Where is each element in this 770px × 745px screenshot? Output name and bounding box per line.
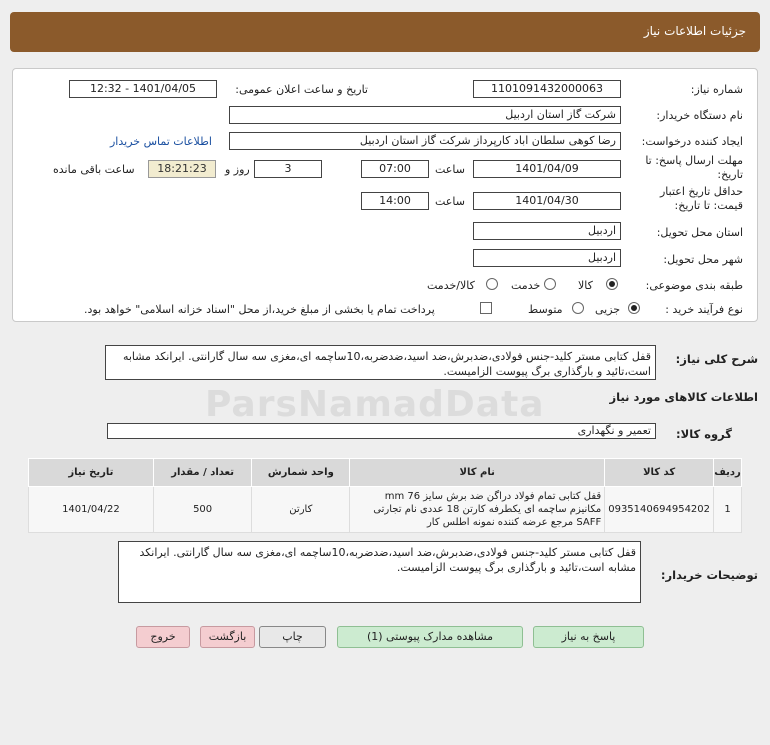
reply-time-field: 07:00: [361, 160, 429, 178]
buyer-org-field: شرکت گاز استان اردبیل: [229, 106, 621, 124]
purchase-partial-label: جزیی: [595, 303, 621, 316]
buyer-notes-label: توضیحات خریدار:: [660, 568, 758, 582]
requester-field: رضا کوهی سلطان اباد کارپرداز شرکت گاز اس…: [229, 132, 621, 150]
buyer-contact-link[interactable]: اطلاعات تماس خریدار: [110, 135, 212, 148]
purchase-type-label: نوع فرآیند خرید :: [665, 303, 743, 316]
page-header: جزئیات اطلاعات نیاز: [10, 12, 760, 52]
category-goods-service-label: کالا/خدمت: [427, 279, 475, 292]
reply-time-label: ساعت: [435, 163, 465, 176]
table-row: 1 0935140694954202 قفل کتابی تمام فولاد …: [28, 486, 742, 533]
print-button[interactable]: چاپ: [259, 626, 326, 648]
cell-unit: کارتن: [251, 486, 351, 533]
page-title: جزئیات اطلاعات نیاز: [643, 24, 746, 38]
reply-button[interactable]: پاسخ به نیاز: [533, 626, 644, 648]
announce-datetime-field: 1401/04/05 - 12:32: [69, 80, 217, 98]
cell-date: 1401/04/22: [28, 486, 154, 533]
goods-table: ردیف کد کالا نام کالا واحد شمارش تعداد /…: [28, 458, 742, 533]
goods-group-field: تعمیر و نگهداری: [107, 423, 656, 439]
province-field: اردبیل: [473, 222, 621, 240]
col-name-header: نام کالا: [349, 458, 606, 487]
validity-time-label: ساعت: [435, 195, 465, 208]
price-validity-label: حداقل تاریخ اعتبار قیمت: تا تاریخ:: [659, 185, 743, 212]
attachments-button[interactable]: مشاهده مدارک پیوستی (1): [337, 626, 523, 648]
city-field: اردبیل: [473, 249, 621, 267]
overall-desc-label: شرح کلی نیاز:: [675, 352, 758, 366]
cell-name: قفل کتابی تمام فولاد دراگن ضد برش سایز m…: [349, 486, 606, 533]
goods-group-label: گروه کالا:: [676, 427, 732, 441]
cell-row: 1: [713, 486, 742, 533]
category-service-label: خدمت: [511, 279, 541, 292]
category-goods-label: کالا: [578, 279, 593, 292]
table-header-row: ردیف کد کالا نام کالا واحد شمارش تعداد /…: [28, 458, 742, 487]
days-field: 3: [254, 160, 322, 178]
validity-date-field: 1401/04/30: [473, 192, 621, 210]
cell-qty: 500: [152, 486, 253, 533]
buyer-notes-box: قفل کتابی مستر کلید-جنس فولادی،ضدبرش،ضد …: [118, 541, 641, 603]
goods-info-heading: اطلاعات کالاهای مورد نیاز: [609, 390, 758, 404]
reply-deadline-label: مهلت ارسال پاسخ: تا تاریخ:: [645, 154, 743, 181]
reply-date-field: 1401/04/09: [473, 160, 621, 178]
col-qty-header: تعداد / مقدار: [152, 458, 253, 487]
category-goods-radio[interactable]: [606, 278, 618, 290]
col-date-header: تاریخ نیاز: [28, 458, 154, 487]
purchase-medium-label: متوسط: [528, 303, 563, 316]
category-service-radio[interactable]: [544, 278, 556, 290]
cell-code: 0935140694954202: [604, 486, 715, 533]
treasury-checkbox[interactable]: [480, 302, 492, 314]
category-goods-service-radio[interactable]: [486, 278, 498, 290]
need-number-field: 1101091432000063: [473, 80, 621, 98]
col-code-header: کد کالا: [604, 458, 715, 487]
remaining-time-field: 18:21:23: [148, 160, 216, 178]
remaining-label: ساعت باقی مانده: [53, 163, 135, 176]
delivery-city-label: شهر محل تحویل:: [663, 253, 743, 266]
requester-label: ایجاد کننده درخواست:: [641, 135, 743, 148]
overall-desc-box: قفل کتابی مستر کلید-جنس فولادی،ضدبرش،ضد …: [105, 345, 656, 380]
buyer-org-label: نام دستگاه خریدار:: [656, 109, 743, 122]
delivery-province-label: استان محل تحویل:: [656, 226, 743, 239]
col-row-header: ردیف: [713, 458, 742, 487]
announce-datetime-label: تاریخ و ساعت اعلان عمومی:: [235, 83, 368, 96]
need-number-label: شماره نیاز:: [690, 83, 743, 96]
treasury-note: پرداخت تمام یا بخشی از مبلغ خرید،از محل …: [84, 303, 435, 316]
day-and-label: روز و: [225, 163, 250, 176]
exit-button[interactable]: خروج: [136, 626, 190, 648]
watermark-text: ParsNamadData: [205, 384, 545, 425]
validity-time-field: 14:00: [361, 192, 429, 210]
category-label: طبقه بندی موضوعی:: [645, 279, 743, 292]
purchase-partial-radio[interactable]: [628, 302, 640, 314]
back-button[interactable]: بازگشت: [200, 626, 255, 648]
purchase-medium-radio[interactable]: [572, 302, 584, 314]
col-unit-header: واحد شمارش: [251, 458, 351, 487]
